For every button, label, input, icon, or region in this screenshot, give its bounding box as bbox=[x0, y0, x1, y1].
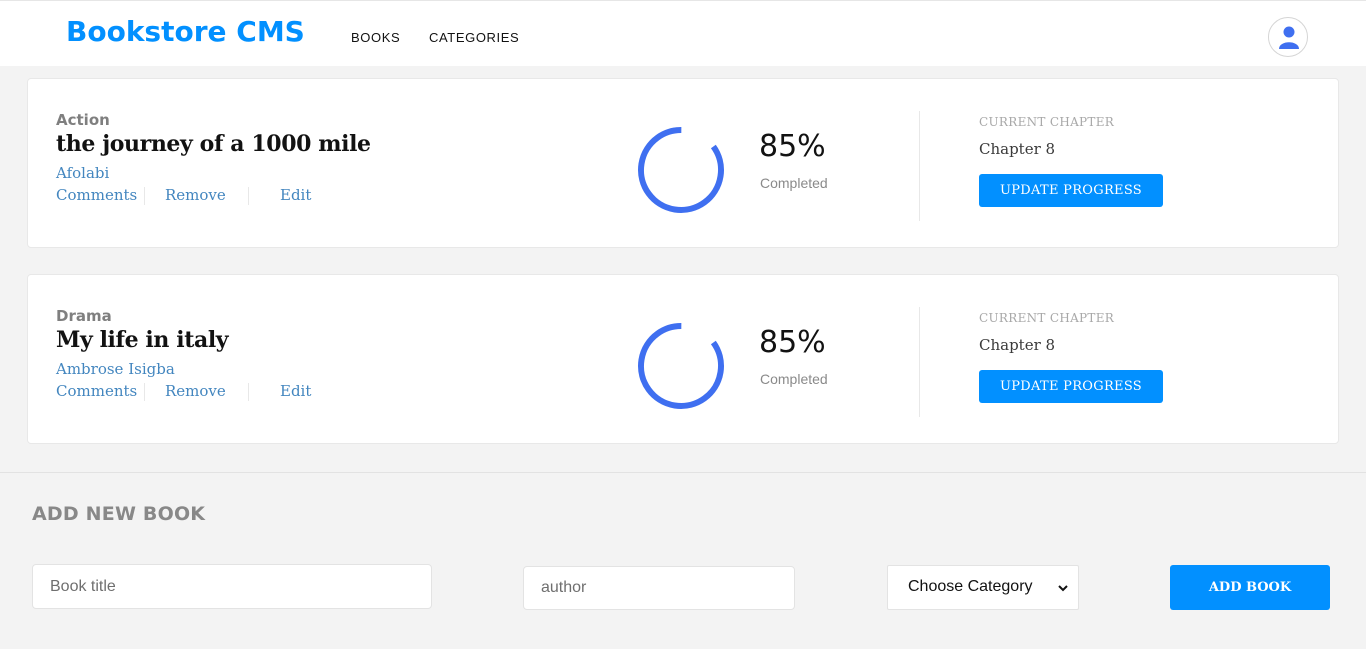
comments-button[interactable]: Comments bbox=[56, 186, 137, 204]
progress-ring bbox=[638, 127, 724, 213]
book-card: Action the journey of a 1000 mile Afolab… bbox=[27, 78, 1339, 248]
user-avatar-button[interactable] bbox=[1268, 17, 1308, 57]
app-header: Bookstore CMS BOOKS CATEGORIES bbox=[0, 0, 1366, 66]
nav-books[interactable]: BOOKS bbox=[351, 30, 400, 45]
edit-button[interactable]: Edit bbox=[280, 382, 311, 400]
book-title: My life in italy bbox=[56, 327, 229, 353]
author-input[interactable] bbox=[523, 566, 795, 610]
book-title: the journey of a 1000 mile bbox=[56, 131, 371, 157]
card-divider bbox=[919, 307, 920, 417]
book-category: Drama bbox=[56, 307, 112, 325]
chevron-down-icon bbox=[1058, 585, 1068, 592]
category-select-value: Choose Category bbox=[908, 578, 1033, 595]
remove-button[interactable]: Remove bbox=[165, 382, 226, 400]
remove-button[interactable]: Remove bbox=[165, 186, 226, 204]
add-book-heading: ADD NEW BOOK bbox=[32, 503, 206, 525]
action-divider bbox=[144, 383, 145, 401]
add-book-button[interactable]: ADD BOOK bbox=[1170, 565, 1330, 610]
action-divider bbox=[144, 187, 145, 205]
action-divider bbox=[248, 383, 249, 401]
user-icon bbox=[1279, 26, 1299, 49]
progress-percent: 85% bbox=[759, 129, 826, 164]
book-author[interactable]: Afolabi bbox=[56, 164, 109, 182]
card-divider bbox=[919, 111, 920, 221]
current-chapter: Chapter 8 bbox=[979, 336, 1056, 354]
progress-ring bbox=[638, 323, 724, 409]
update-progress-button[interactable]: UPDATE PROGRESS bbox=[979, 370, 1163, 403]
book-title-input[interactable] bbox=[32, 564, 432, 609]
current-chapter: Chapter 8 bbox=[979, 140, 1056, 158]
book-category: Action bbox=[56, 111, 110, 129]
progress-status: Completed bbox=[760, 175, 828, 191]
progress-status: Completed bbox=[760, 371, 828, 387]
action-divider bbox=[248, 187, 249, 205]
book-author[interactable]: Ambrose Isigba bbox=[56, 360, 175, 378]
edit-button[interactable]: Edit bbox=[280, 186, 311, 204]
current-chapter-label: CURRENT CHAPTER bbox=[979, 311, 1115, 325]
book-card: Drama My life in italy Ambrose Isigba Co… bbox=[27, 274, 1339, 444]
section-divider bbox=[0, 472, 1366, 473]
update-progress-button[interactable]: UPDATE PROGRESS bbox=[979, 174, 1163, 207]
app-logo[interactable]: Bookstore CMS bbox=[66, 15, 305, 48]
category-select[interactable]: Choose Category bbox=[887, 565, 1079, 610]
progress-percent: 85% bbox=[759, 325, 826, 360]
comments-button[interactable]: Comments bbox=[56, 382, 137, 400]
nav-categories[interactable]: CATEGORIES bbox=[429, 30, 519, 45]
current-chapter-label: CURRENT CHAPTER bbox=[979, 115, 1115, 129]
